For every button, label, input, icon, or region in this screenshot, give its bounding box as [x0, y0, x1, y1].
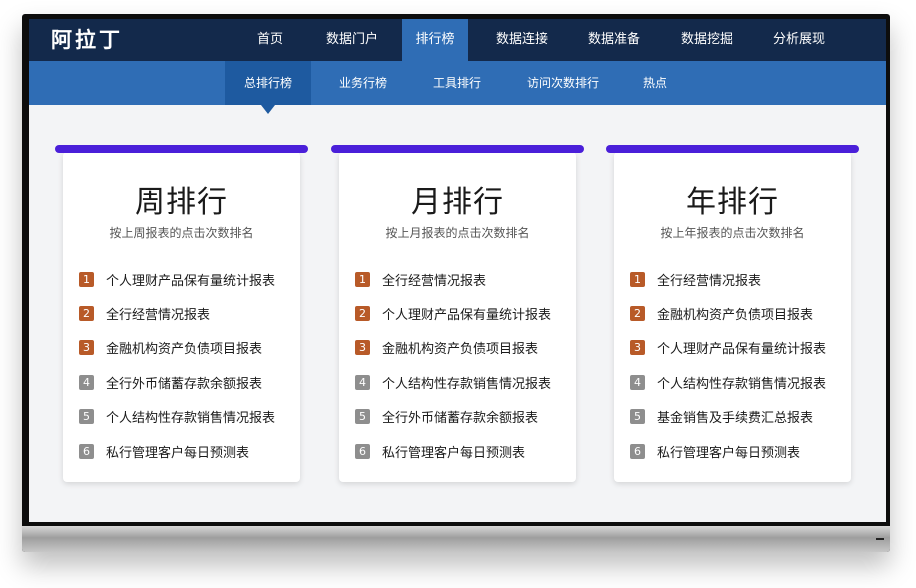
ranking-list: 1 全行经营情况报表 2 金融机构资产负债项目报表 3 个人理财产品保有量统计报表 4…	[630, 262, 845, 468]
report-name: 全行经营情况报表	[382, 273, 487, 289]
report-name: 私行管理客户每日预测表	[106, 445, 250, 461]
report-name: 个人结构性存款销售情况报表	[657, 376, 827, 392]
screen: 阿拉丁 首页 数据门户 排行榜 数据连接 数据准备 数据挖掘 分析展现 总排行榜…	[29, 19, 886, 522]
report-name: 个人理财产品保有量统计报表	[382, 308, 552, 324]
report-name: 金融机构资产负债项目报表	[657, 308, 814, 324]
list-item[interactable]: 5 个人结构性存款销售情况报表	[79, 400, 294, 434]
nav-item-data-connect[interactable]: 数据连接	[481, 19, 563, 61]
list-item[interactable]: 5 全行外币储蓄存款余额报表	[355, 400, 570, 434]
list-item[interactable]: 6 私行管理客户每日预测表	[630, 434, 845, 468]
active-subnav-caret	[261, 105, 275, 114]
nav-item-ranking[interactable]: 排行榜	[402, 19, 468, 61]
rank-badge: 4	[630, 374, 645, 390]
list-item[interactable]: 6 私行管理客户每日预测表	[79, 434, 294, 468]
card-accent-bar	[606, 145, 859, 153]
report-name: 个人理财产品保有量统计报表	[106, 273, 276, 289]
card-accent-bar	[331, 145, 584, 153]
report-name: 个人结构性存款销售情况报表	[106, 411, 276, 427]
yearly-ranking-card: 年排行 按上年报表的点击次数排名 1 全行经营情况报表 2 金融机构资产负债项目报表…	[606, 145, 859, 482]
rank-badge: 6	[79, 443, 94, 459]
rank-badge: 3	[355, 340, 370, 356]
power-indicator	[876, 538, 884, 540]
rank-badge: 6	[355, 443, 370, 459]
rank-badge: 3	[630, 340, 645, 356]
list-item[interactable]: 5 基金销售及手续费汇总报表	[630, 400, 845, 434]
list-item[interactable]: 4 个人结构性存款销售情况报表	[355, 365, 570, 399]
nav-item-data-prep[interactable]: 数据准备	[573, 19, 655, 61]
report-name: 全行经营情况报表	[657, 273, 762, 289]
rank-badge: 1	[630, 271, 645, 287]
list-item[interactable]: 1 全行经营情况报表	[355, 262, 570, 296]
subnav-item-hot[interactable]: 热点	[627, 61, 683, 105]
rank-badge: 5	[630, 409, 645, 425]
list-item[interactable]: 3 金融机构资产负债项目报表	[79, 331, 294, 365]
subnav-item-tools[interactable]: 工具排行	[417, 61, 497, 105]
report-name: 私行管理客户每日预测表	[657, 445, 801, 461]
card-title: 月排行	[411, 185, 504, 220]
report-name: 金融机构资产负债项目报表	[106, 342, 263, 358]
rank-badge: 2	[630, 306, 645, 322]
app-logo: 阿拉丁	[51, 28, 123, 52]
rank-badge: 4	[79, 374, 94, 390]
rank-badge: 4	[355, 374, 370, 390]
card-title: 周排行	[135, 185, 228, 220]
report-name: 金融机构资产负债项目报表	[382, 342, 539, 358]
report-name: 全行外币储蓄存款余额报表	[106, 376, 263, 392]
list-item[interactable]: 3 个人理财产品保有量统计报表	[630, 331, 845, 365]
report-name: 全行外币储蓄存款余额报表	[382, 411, 539, 427]
subnav-item-business[interactable]: 业务行榜	[323, 61, 403, 105]
card-subtitle: 按上周报表的点击次数排名	[109, 226, 254, 240]
list-item[interactable]: 2 全行经营情况报表	[79, 296, 294, 330]
report-name: 个人结构性存款销售情况报表	[382, 376, 552, 392]
rank-badge: 6	[630, 443, 645, 459]
top-navigation: 阿拉丁 首页 数据门户 排行榜 数据连接 数据准备 数据挖掘 分析展现	[29, 19, 886, 61]
nav-item-home[interactable]: 首页	[242, 19, 298, 61]
rank-badge: 5	[79, 409, 94, 425]
rank-badge: 1	[355, 271, 370, 287]
nav-item-analysis[interactable]: 分析展现	[758, 19, 840, 61]
list-item[interactable]: 1 全行经营情况报表	[630, 262, 845, 296]
rank-badge: 5	[355, 409, 370, 425]
report-name: 私行管理客户每日预测表	[382, 445, 526, 461]
report-name: 个人理财产品保有量统计报表	[657, 342, 827, 358]
card-subtitle: 按上年报表的点击次数排名	[660, 226, 805, 240]
rank-badge: 1	[79, 271, 94, 287]
card-subtitle: 按上月报表的点击次数排名	[385, 226, 530, 240]
ranking-list: 1 个人理财产品保有量统计报表 2 全行经营情况报表 3 金融机构资产负债项目报表 4…	[79, 262, 294, 468]
list-item[interactable]: 4 个人结构性存款销售情况报表	[630, 365, 845, 399]
list-item[interactable]: 4 全行外币储蓄存款余额报表	[79, 365, 294, 399]
monthly-ranking-card: 月排行 按上月报表的点击次数排名 1 全行经营情况报表 2 个人理财产品保有量统计报…	[331, 145, 584, 482]
list-item[interactable]: 2 金融机构资产负债项目报表	[630, 296, 845, 330]
rank-badge: 2	[355, 306, 370, 322]
monitor-bezel	[22, 526, 890, 552]
report-name: 基金销售及手续费汇总报表	[657, 411, 814, 427]
rank-badge: 2	[79, 306, 94, 322]
nav-item-data-mining[interactable]: 数据挖掘	[666, 19, 748, 61]
ranking-list: 1 全行经营情况报表 2 个人理财产品保有量统计报表 3 金融机构资产负债项目报表 4…	[355, 262, 570, 468]
weekly-ranking-card: 周排行 按上周报表的点击次数排名 1 个人理财产品保有量统计报表 2 全行经营情况报…	[55, 145, 308, 482]
rank-badge: 3	[79, 340, 94, 356]
list-item[interactable]: 3 金融机构资产负债项目报表	[355, 331, 570, 365]
list-item[interactable]: 2 个人理财产品保有量统计报表	[355, 296, 570, 330]
subnav-item-total[interactable]: 总排行榜	[225, 61, 311, 105]
report-name: 全行经营情况报表	[106, 308, 211, 324]
subnav-item-visits[interactable]: 访问次数排行	[513, 61, 613, 105]
list-item[interactable]: 6 私行管理客户每日预测表	[355, 434, 570, 468]
list-item[interactable]: 1 个人理财产品保有量统计报表	[79, 262, 294, 296]
nav-item-data-portal[interactable]: 数据门户	[311, 19, 393, 61]
sub-navigation: 总排行榜 业务行榜 工具排行 访问次数排行 热点	[29, 61, 886, 105]
card-accent-bar	[55, 145, 308, 153]
card-title: 年排行	[686, 185, 779, 220]
